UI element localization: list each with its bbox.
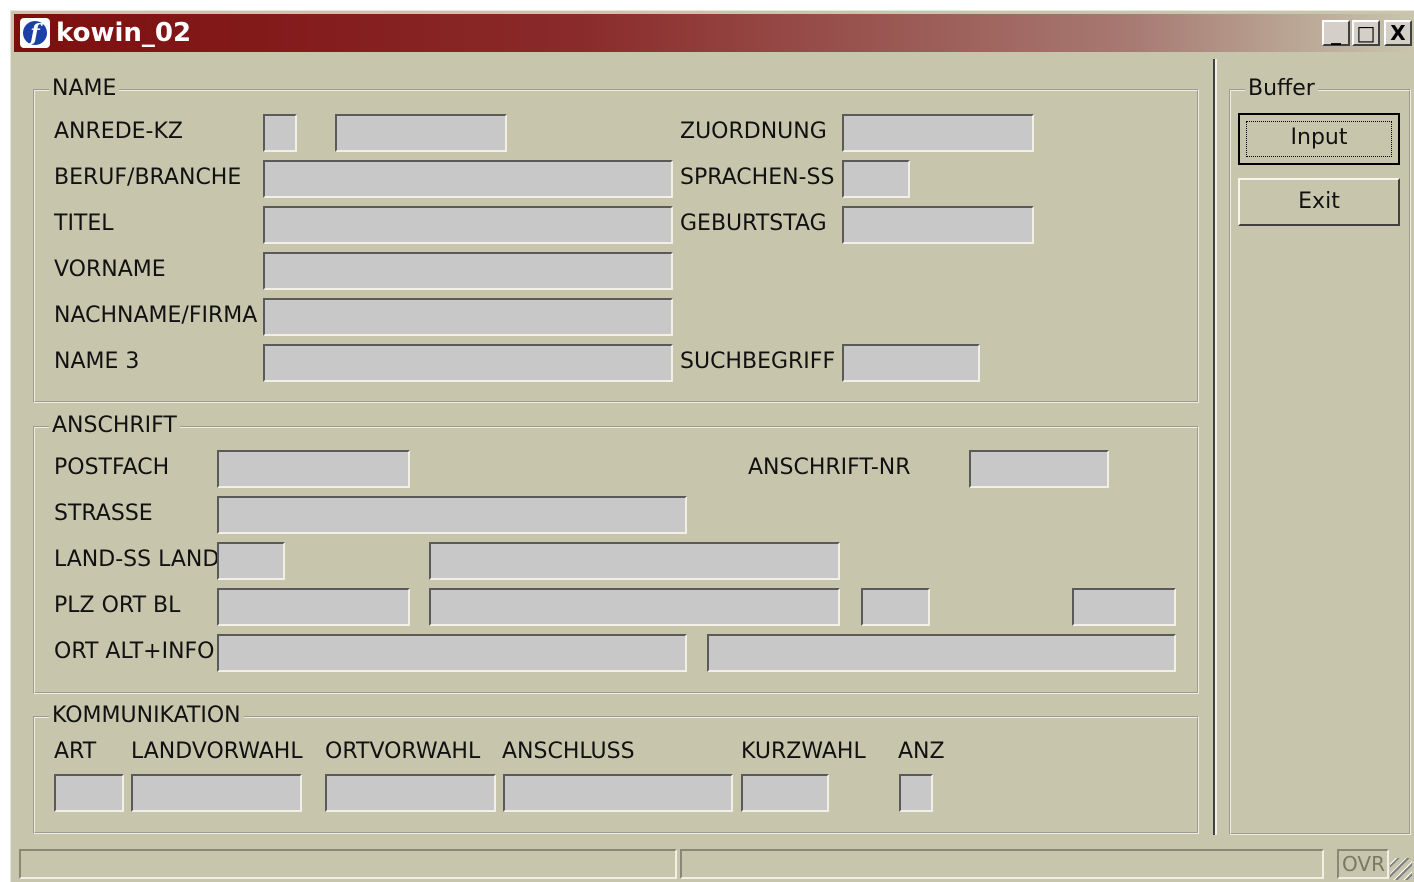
- kurzwahl-field[interactable]: [741, 774, 829, 812]
- minimize-button[interactable]: _: [1322, 20, 1350, 46]
- window-title: kowin_02: [56, 18, 192, 48]
- close-button[interactable]: X: [1384, 20, 1412, 46]
- name3-label: NAME 3: [54, 349, 140, 374]
- land-ss-land-label: LAND-SS LAND: [54, 547, 220, 572]
- anschrift-nr-field[interactable]: [969, 450, 1109, 488]
- beruf-branche-field[interactable]: [263, 160, 673, 198]
- suchbegriff-field[interactable]: [842, 344, 980, 382]
- minimize-icon: _: [1331, 21, 1341, 45]
- anschrift-nr-label: ANSCHRIFT-NR: [748, 455, 911, 480]
- anrede-kz-field[interactable]: [263, 114, 297, 152]
- vorname-label: VORNAME: [54, 257, 166, 282]
- focus-rectangle: [1246, 121, 1392, 157]
- beruf-branche-label: BERUF/BRANCHE: [54, 165, 242, 190]
- buffer-group-legend: Buffer: [1245, 77, 1318, 101]
- kurzwahl-column-label: KURZWAHL: [741, 739, 866, 764]
- titel-label: TITEL: [54, 211, 114, 236]
- strasse-label: STRASSE: [54, 501, 153, 526]
- anschluss-field[interactable]: [503, 774, 733, 812]
- plz-ort-bl-label: PLZ ORT BL: [54, 593, 181, 618]
- strasse-field[interactable]: [217, 496, 687, 534]
- land-field[interactable]: [429, 542, 840, 580]
- close-icon: X: [1390, 21, 1406, 45]
- maximize-button[interactable]: □: [1352, 20, 1380, 46]
- maximize-icon: □: [1356, 21, 1376, 45]
- geburtstag-label: GEBURTSTAG: [680, 211, 827, 236]
- landvorwahl-column-label: LANDVORWAHL: [131, 739, 303, 764]
- vorname-field[interactable]: [263, 252, 673, 290]
- ort-alt-info-label: ORT ALT+INFO: [54, 639, 215, 664]
- titel-field[interactable]: [263, 206, 673, 244]
- status-panel-middle: [680, 849, 1324, 879]
- vertical-separator: [1213, 59, 1217, 835]
- name3-field[interactable]: [263, 344, 673, 382]
- plz-field[interactable]: [217, 588, 410, 626]
- app-logo-icon[interactable]: f: [20, 18, 50, 48]
- zuordnung-label: ZUORDNUNG: [680, 119, 827, 144]
- sprachen-ss-field[interactable]: [842, 160, 910, 198]
- zuordnung-field[interactable]: [842, 114, 1034, 152]
- ortvorwahl-column-label: ORTVORWAHL: [325, 739, 481, 764]
- anrede-kz-label: ANREDE-KZ: [54, 119, 183, 144]
- name-group-legend: NAME: [49, 77, 120, 101]
- plz-extra-field[interactable]: [1072, 588, 1176, 626]
- anrede-text-field[interactable]: [335, 114, 507, 152]
- ort-field[interactable]: [429, 588, 840, 626]
- anz-column-label: ANZ: [898, 739, 945, 764]
- nachname-firma-field[interactable]: [263, 298, 673, 336]
- title-bar[interactable]: f kowin_02 _ □ X: [14, 14, 1412, 52]
- status-panel-left: [19, 849, 677, 879]
- exit-button-label: Exit: [1298, 189, 1340, 214]
- anschrift-group-legend: ANSCHRIFT: [49, 414, 180, 438]
- landvorwahl-field[interactable]: [131, 774, 302, 812]
- kommunikation-group-legend: KOMMUNIKATION: [49, 704, 244, 728]
- ort-alt-field[interactable]: [217, 634, 687, 672]
- ovr-indicator: OVR: [1337, 849, 1389, 879]
- resize-grip-icon[interactable]: [1390, 858, 1412, 880]
- anz-field[interactable]: [899, 774, 933, 812]
- info-field[interactable]: [707, 634, 1176, 672]
- land-ss-field[interactable]: [217, 542, 285, 580]
- ortvorwahl-field[interactable]: [325, 774, 496, 812]
- suchbegriff-label: SUCHBEGRIFF: [680, 349, 836, 374]
- nachname-firma-label: NACHNAME/FIRMA: [54, 303, 258, 328]
- bl-field[interactable]: [861, 588, 930, 626]
- sprachen-ss-label: SPRACHEN-SS: [680, 165, 835, 190]
- app-window: f kowin_02 _ □ X NAME ANREDE-KZ ZUORDNUN…: [10, 10, 1414, 882]
- exit-button[interactable]: Exit: [1238, 178, 1400, 226]
- input-button[interactable]: Input: [1238, 113, 1400, 165]
- anschluss-column-label: ANSCHLUSS: [502, 739, 635, 764]
- postfach-label: POSTFACH: [54, 455, 170, 480]
- geburtstag-field[interactable]: [842, 206, 1034, 244]
- postfach-field[interactable]: [217, 450, 410, 488]
- art-field[interactable]: [54, 774, 124, 812]
- art-column-label: ART: [54, 739, 97, 764]
